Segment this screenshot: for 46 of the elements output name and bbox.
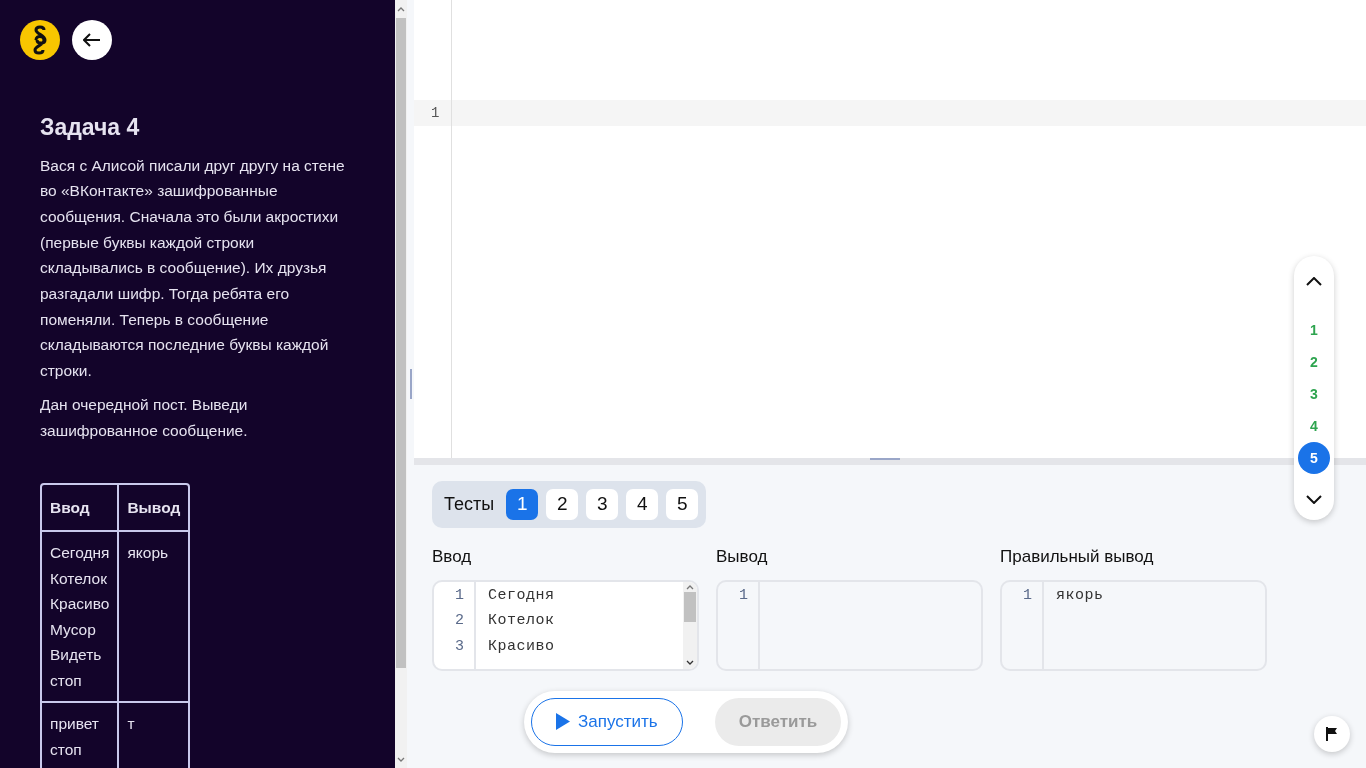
- code-line: Красиво: [488, 636, 556, 657]
- table-cell: Сегодня Котелок Красиво Мусор Видеть стоп: [42, 532, 118, 704]
- line-number: 2: [454, 611, 465, 631]
- scrollbar[interactable]: [395, 0, 407, 768]
- task-number[interactable]: 4: [1298, 410, 1330, 442]
- resize-handle[interactable]: [409, 369, 412, 399]
- table-header: Вывод: [117, 485, 189, 533]
- pane-title: Вывод: [716, 546, 769, 568]
- task-description: Дан очередной пост. Выведи зашифрованное сообщение.: [40, 394, 249, 441]
- code-line: Котелок: [488, 611, 556, 631]
- line-number: 1: [1022, 585, 1033, 606]
- task-title: Задача 4: [40, 113, 141, 142]
- line-number: 1: [738, 585, 749, 606]
- task-number[interactable]: 1: [1298, 314, 1330, 346]
- task-number[interactable]: 3: [1298, 378, 1330, 410]
- task-number[interactable]: 2: [1298, 346, 1330, 378]
- table-cell: якорь: [117, 532, 189, 704]
- back-arrow-icon: [83, 33, 101, 47]
- test-tab[interactable]: 1: [506, 489, 539, 520]
- scrollbar[interactable]: [683, 581, 697, 669]
- line-number: 1: [454, 585, 465, 606]
- line-number: 1: [414, 100, 451, 126]
- code-line: Сегодня: [488, 585, 556, 606]
- pane-title: Правильный вывод: [1000, 546, 1155, 568]
- text-area[interactable]: 1 2 3 Сегодня Котелок Красиво: [432, 579, 699, 671]
- table-cell-text: привет стоп: [49, 714, 100, 760]
- text-area[interactable]: 1: [716, 579, 983, 671]
- code-line: якорь: [1056, 585, 1105, 606]
- line-number: 3: [454, 636, 465, 657]
- logo-icon: [20, 20, 60, 60]
- task-number[interactable]: 5: [1298, 442, 1330, 474]
- test-tab[interactable]: 2: [546, 489, 579, 520]
- text-area[interactable]: 1 якорь: [1000, 579, 1267, 671]
- tests-label: Тесты: [443, 493, 496, 516]
- test-tab[interactable]: 3: [586, 489, 619, 520]
- back-button[interactable]: [72, 20, 112, 60]
- resize-handle[interactable]: [870, 458, 900, 460]
- play-icon: [556, 713, 570, 730]
- scroll-up-icon[interactable]: [397, 6, 405, 12]
- task-description: Вася с Алисой писали друг другу на стене во «ВКонтакте» зашифрованные сообщения. Сначала это были акростихи (первые буквы каждой строки складывались в сообщение). Их друзья разгадали шифр. Тогда ребята его поменяли. Теперь в сообщение складываются последние буквы каждой строки.: [40, 155, 346, 382]
- pane-title: Ввод: [432, 546, 473, 568]
- flag-icon: [1326, 727, 1338, 741]
- table-cell: т: [117, 703, 189, 768]
- table-header: Ввод: [42, 485, 118, 533]
- test-tab[interactable]: 4: [626, 489, 659, 520]
- test-tab[interactable]: 5: [666, 489, 699, 520]
